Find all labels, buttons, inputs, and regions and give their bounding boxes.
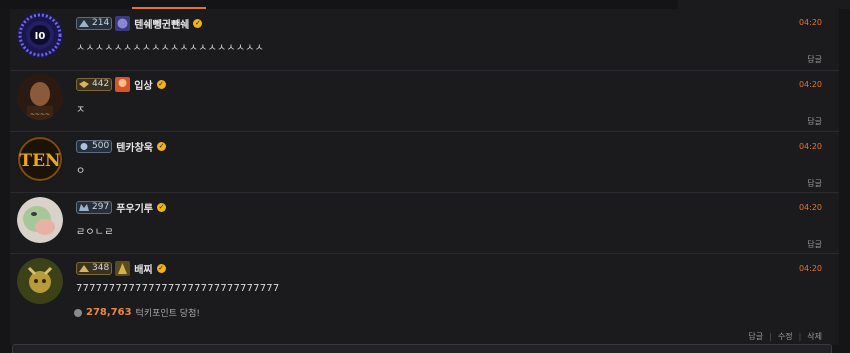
level-badge: 500 xyxy=(76,139,113,153)
svg-text:I0: I0 xyxy=(35,31,46,42)
nickname[interactable]: 푸우기루 xyxy=(116,200,153,215)
comment-item: ~~~~ 442 입상 ✓ 04:20 ㅈ 답글 xyxy=(10,71,839,132)
point-amount: 278,763 xyxy=(86,307,132,318)
mini-avatar xyxy=(115,15,131,31)
reply-button[interactable]: 답글 xyxy=(807,178,822,189)
comment-item: 297 푸우기루 ✓ 04:20 ㄹㅇㄴㄹ 답글 xyxy=(10,193,839,254)
avatar[interactable]: I0 xyxy=(17,12,63,58)
comment-item: 348 배찌 ✓ 04:20 7777777777777777777777777… xyxy=(10,254,839,345)
nickname[interactable]: 배찌 xyxy=(134,261,152,276)
verified-check-icon: ✓ xyxy=(157,202,166,212)
comment-time: 04:20 xyxy=(798,142,822,151)
level-badge: 214 xyxy=(76,16,113,30)
level-number: 297 xyxy=(92,202,110,212)
comment-input[interactable] xyxy=(12,344,832,353)
comment-time: 04:20 xyxy=(798,18,822,27)
verified-check-icon: ✓ xyxy=(156,263,166,273)
comment-text: ㅈ xyxy=(76,105,86,116)
mini-avatar xyxy=(115,260,131,276)
comment-actions: 답글 | 수정 | 삭제 xyxy=(748,331,822,342)
level-badge: 348 xyxy=(76,261,113,275)
comment-time: 04:20 xyxy=(798,264,822,273)
edit-button[interactable]: 수정 xyxy=(778,331,793,342)
mini-avatar xyxy=(115,76,131,92)
level-badge-icon xyxy=(79,264,89,272)
comment-meta: 297 푸우기루 ✓ xyxy=(76,199,166,215)
level-number: 348 xyxy=(92,263,110,273)
avatar[interactable] xyxy=(17,197,63,243)
nickname[interactable]: 텐카창욱 xyxy=(116,139,153,154)
comment-time: 04:20 xyxy=(798,203,822,212)
level-badge: 442 xyxy=(76,77,113,91)
comment-item: TEN 500 텐카창욱 ✓ 04:20 ㅇ 답글 xyxy=(10,132,839,193)
avatar[interactable]: TEN xyxy=(17,136,63,182)
verified-check-icon: ✓ xyxy=(157,141,166,151)
level-badge-icon xyxy=(79,80,89,88)
avatar-image xyxy=(17,258,63,304)
action-separator: | xyxy=(798,332,802,341)
comment-actions: 답글 xyxy=(807,54,822,65)
verified-check-icon: ✓ xyxy=(156,79,166,89)
comment-list: I0 214 텐쉐뼁귄뺀쉐 ✓ 04:20 ㅅㅅㅅㅅㅅㅅㅅㅅㅅㅅㅅㅅㅅㅅㅅㅅㅅㅅ… xyxy=(10,9,839,345)
comment-meta: 214 텐쉐뼁귄뺀쉐 ✓ xyxy=(76,15,203,31)
delete-button[interactable]: 삭제 xyxy=(807,331,822,342)
reply-button[interactable]: 답글 xyxy=(748,331,763,342)
comment-meta: 500 텐카창욱 ✓ xyxy=(76,138,166,154)
level-badge: 297 xyxy=(76,200,113,214)
avatar-text: TEN xyxy=(19,151,60,171)
level-number: 500 xyxy=(92,141,110,151)
avatar-image: I0 xyxy=(17,12,63,58)
comment-actions: 답글 xyxy=(807,116,822,127)
action-separator: | xyxy=(769,332,772,341)
level-number: 442 xyxy=(92,79,110,89)
comment-time: 04:20 xyxy=(798,80,822,89)
avatar[interactable]: ~~~~ xyxy=(17,74,63,120)
comment-actions: 답글 xyxy=(807,239,822,250)
reply-button[interactable]: 답글 xyxy=(807,116,822,127)
point-text: 턱키포인트 당첨! xyxy=(135,309,200,319)
avatar-image: TEN xyxy=(17,136,63,182)
comment-meta: 442 입상 ✓ xyxy=(76,76,166,92)
point-notice: 278,763 턱키포인트 당첨! xyxy=(74,306,200,319)
comment-actions: 답글 xyxy=(807,178,822,189)
comment-text: ㄹㅇㄴㄹ xyxy=(76,227,114,238)
comment-text: ㅇ xyxy=(76,166,86,177)
coin-icon xyxy=(74,308,82,317)
avatar-image: ~~~~ xyxy=(17,74,63,120)
top-bar-right xyxy=(678,0,850,9)
reply-button[interactable]: 답글 xyxy=(807,239,822,250)
avatar-image xyxy=(17,197,63,243)
verified-check-icon: ✓ xyxy=(193,18,203,28)
comment-item: I0 214 텐쉐뼁귄뺀쉐 ✓ 04:20 ㅅㅅㅅㅅㅅㅅㅅㅅㅅㅅㅅㅅㅅㅅㅅㅅㅅㅅ… xyxy=(10,9,839,71)
svg-text:~~~~: ~~~~ xyxy=(30,111,50,118)
avatar[interactable] xyxy=(17,258,63,304)
comment-meta: 348 배찌 ✓ xyxy=(76,260,166,276)
level-number: 214 xyxy=(92,18,110,28)
nickname[interactable]: 입상 xyxy=(134,77,152,92)
comment-text: 7777777777777777777777777777777 xyxy=(76,283,280,294)
nickname[interactable]: 텐쉐뼁귄뺀쉐 xyxy=(134,16,189,31)
reply-button[interactable]: 답글 xyxy=(807,54,822,65)
level-badge-icon xyxy=(79,19,89,27)
comment-text: ㅅㅅㅅㅅㅅㅅㅅㅅㅅㅅㅅㅅㅅㅅㅅㅅㅅㅅㅅㅅ xyxy=(76,43,264,54)
level-badge-icon xyxy=(80,142,88,150)
level-badge-icon xyxy=(79,203,89,211)
